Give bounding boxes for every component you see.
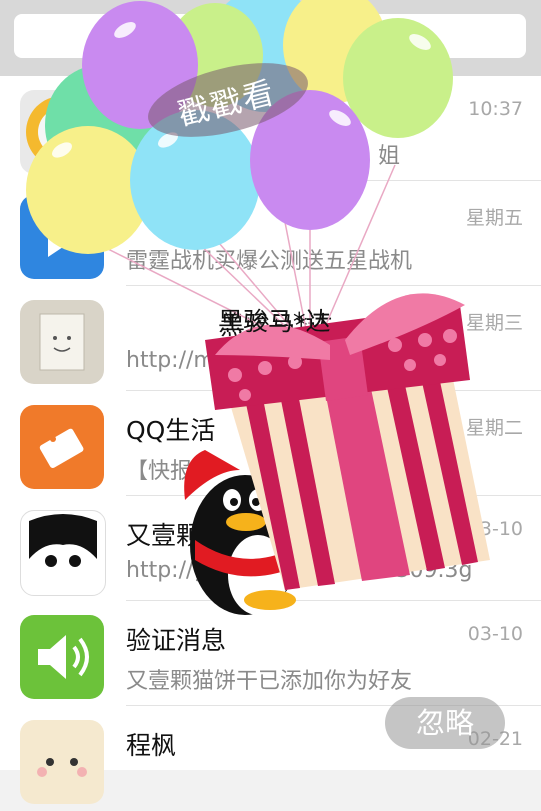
conversation-name: 又壹颗: [126, 521, 202, 550]
avatar: [20, 90, 104, 174]
conversation-row[interactable]: QQ生活 【快报】 星期二: [0, 391, 541, 496]
conversation-message: 雷霆战机买爆公测送五星战机: [126, 249, 413, 274]
avatar: [20, 720, 104, 804]
search-input[interactable]: [14, 14, 526, 58]
conversation-row[interactable]: 黑骏马*达 http://m 星期三: [0, 286, 541, 391]
avatar: [20, 195, 104, 279]
conversation-row[interactable]: 又壹颗 http://ga s0309.3g 3-10: [0, 496, 541, 601]
speaker-icon: [38, 635, 89, 679]
conversation-name: QQ生活: [126, 416, 216, 445]
conversation-message-tail: s0309.3g: [370, 558, 473, 583]
conversation-message: http://m: [126, 348, 215, 373]
avatar: [20, 300, 104, 384]
conversation-time: 星期二: [465, 417, 523, 439]
conversation-time: 星期三: [465, 312, 523, 334]
conversation-time: 03-10: [467, 623, 523, 645]
conversation-time: 星期五: [465, 207, 523, 229]
conversation-time: 3-10: [479, 518, 523, 540]
conversation-time: 10:37: [468, 98, 523, 120]
conversation-message: 又壹颗猫饼干已添加你为好友: [126, 669, 413, 694]
ignore-button[interactable]: 忽略: [385, 697, 505, 749]
conversation-row[interactable]: 验证消息 又壹颗猫饼干已添加你为好友 03-10: [0, 601, 541, 706]
conversation-message: 【快报】: [126, 459, 215, 484]
conversation-list: 姐 10:37 雷霆战机买爆公测送五星战机 星期五 黑骏马*达 http://m…: [0, 76, 541, 804]
conversation-message: 姐: [378, 144, 401, 169]
conversation-row[interactable]: 雷霆战机买爆公测送五星战机 星期五: [0, 181, 541, 286]
conversation-message: http://ga: [126, 558, 221, 583]
avatar: [20, 615, 104, 699]
avatar: [20, 405, 104, 489]
conversation-name: 验证消息: [126, 626, 227, 655]
avatar: [20, 510, 106, 596]
conversation-name: 黑骏马*达: [220, 311, 333, 340]
conversation-name: 程枫: [126, 731, 177, 760]
